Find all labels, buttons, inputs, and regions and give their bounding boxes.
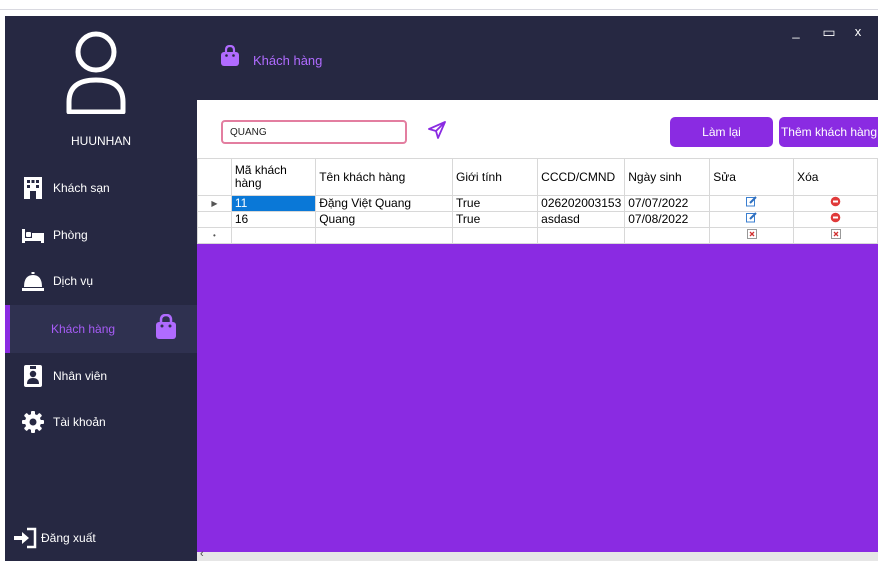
sidebar-item-customer[interactable]: Khách hàng: [5, 305, 197, 353]
sidebar-item-room[interactable]: Phòng: [5, 213, 197, 257]
column-header-dob[interactable]: Ngày sinh: [624, 158, 711, 196]
reset-button[interactable]: Làm lại: [670, 117, 773, 147]
table-row[interactable]: ▶ 11 Đặng Việt Quang True 026202003153 0…: [197, 195, 878, 212]
column-header-edit[interactable]: Sửa: [709, 158, 795, 196]
shopping-bag-icon: [221, 45, 239, 66]
column-header-id[interactable]: Mã khách hàng: [230, 158, 317, 196]
customer-table: Mã khách hàng Tên khách hàng Giới tính C…: [197, 158, 878, 244]
cell-gender[interactable]: [452, 227, 539, 244]
delete-cell[interactable]: [793, 227, 878, 244]
sidebar-item-hotel[interactable]: Khách sạn: [5, 166, 197, 210]
cell-gender[interactable]: True: [452, 211, 539, 228]
service-bell-icon: [22, 272, 44, 291]
close-button[interactable]: x: [846, 22, 870, 42]
maximize-button[interactable]: ▭: [817, 22, 841, 42]
row-header-corner: [197, 158, 232, 196]
edit-cell[interactable]: [709, 195, 795, 212]
username-label: HUUNHAN: [71, 134, 131, 148]
sidebar-item-label: Khách hàng: [51, 322, 116, 336]
column-header-gender[interactable]: Giới tính: [452, 158, 539, 196]
edit-icon[interactable]: [746, 196, 757, 207]
sidebar-item-label: Đăng xuất: [41, 531, 96, 545]
new-row[interactable]: •: [197, 227, 878, 244]
delete-cell[interactable]: [793, 211, 878, 228]
cell-cccd[interactable]: asdasd: [537, 211, 626, 228]
sidebar: HUUNHAN Khách sạn Phòng Dịch vụ Khách hà…: [5, 16, 197, 561]
delete-cell[interactable]: [793, 195, 878, 212]
sidebar-item-label: Tài khoản: [53, 415, 106, 429]
delete-icon[interactable]: [830, 196, 841, 207]
window-top-edge: [0, 0, 878, 16]
minimize-button[interactable]: _: [784, 22, 808, 42]
column-header-delete[interactable]: Xóa: [793, 158, 878, 196]
employee-badge-icon: [24, 365, 42, 387]
user-avatar-icon: [66, 31, 126, 114]
cell-id[interactable]: [230, 227, 317, 244]
cell-name[interactable]: Đặng Việt Quang: [315, 195, 454, 212]
sidebar-item-label: Khách sạn: [53, 181, 110, 195]
sidebar-item-label: Nhân viên: [53, 369, 108, 383]
new-row-indicator: •: [197, 227, 232, 244]
add-customer-button[interactable]: Thêm khách hàng: [779, 117, 878, 147]
broken-image-icon: [746, 229, 757, 239]
edit-icon[interactable]: [746, 212, 757, 223]
cell-id[interactable]: 16: [230, 211, 317, 228]
sidebar-item-employee[interactable]: Nhân viên: [5, 354, 197, 398]
app-window: HUUNHAN Khách sạn Phòng Dịch vụ Khách hà…: [0, 0, 878, 561]
cell-name[interactable]: Quang: [315, 211, 454, 228]
current-row-indicator: ▶: [197, 195, 232, 212]
cell-name[interactable]: [315, 227, 454, 244]
search-input[interactable]: [221, 120, 407, 144]
logout-button[interactable]: Đăng xuất: [5, 516, 197, 560]
cell-dob[interactable]: 07/08/2022: [624, 211, 711, 228]
page-header: Khách hàng _ ▭ x: [197, 16, 878, 100]
sidebar-item-label: Phòng: [53, 228, 88, 242]
hotel-icon: [24, 177, 42, 199]
cell-cccd[interactable]: 026202003153: [537, 195, 626, 212]
page-title: Khách hàng: [253, 53, 323, 68]
sidebar-item-label: Dịch vụ: [53, 274, 94, 288]
bed-icon: [22, 229, 44, 243]
edit-cell[interactable]: [709, 227, 795, 244]
horizontal-scrollbar[interactable]: [197, 548, 878, 561]
sidebar-item-account[interactable]: Tài khoản: [5, 400, 197, 444]
table-row[interactable]: 16 Quang True asdasd 07/08/2022: [197, 211, 878, 228]
cell-dob[interactable]: 07/07/2022: [624, 195, 711, 212]
column-header-name[interactable]: Tên khách hàng: [315, 158, 454, 196]
customer-grid: Mã khách hàng Tên khách hàng Giới tính C…: [197, 158, 878, 561]
logout-icon: [14, 527, 37, 549]
broken-image-icon: [830, 229, 841, 239]
column-header-cccd[interactable]: CCCD/CMND: [537, 158, 626, 196]
sidebar-item-service[interactable]: Dịch vụ: [5, 259, 197, 303]
shopping-bag-icon: [156, 314, 176, 339]
table-header-row: Mã khách hàng Tên khách hàng Giới tính C…: [197, 158, 878, 196]
cell-cccd[interactable]: [537, 227, 626, 244]
cell-id[interactable]: 11: [230, 195, 317, 212]
delete-icon[interactable]: [830, 212, 841, 223]
send-icon[interactable]: [427, 120, 447, 140]
cell-dob[interactable]: [624, 227, 711, 244]
cell-gender[interactable]: True: [452, 195, 539, 212]
edit-cell[interactable]: [709, 211, 795, 228]
gear-icon: [22, 411, 44, 433]
toolbar: Làm lại Thêm khách hàng: [197, 100, 878, 158]
row-header: [197, 211, 232, 228]
